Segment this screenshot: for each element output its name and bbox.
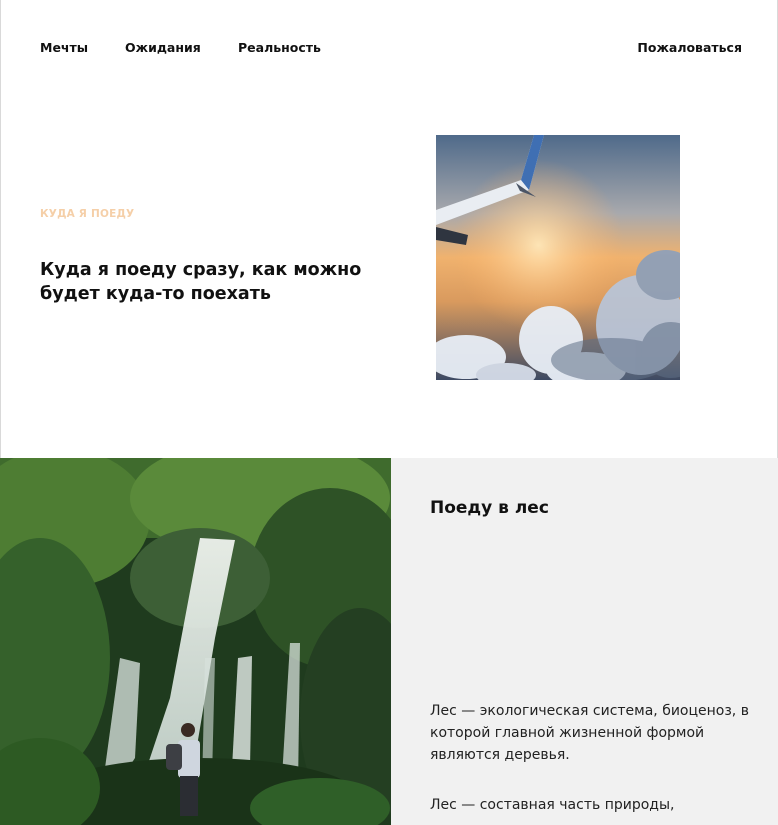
forest-panel: Поеду в лес Лес — экологическая система,… [391,458,778,825]
forest-title: Поеду в лес [430,498,549,518]
nav-link-complain[interactable]: Пожаловаться [637,40,742,55]
page-border-left [0,0,1,458]
nav-link-dreams[interactable]: Мечты [40,40,88,55]
nav-link-reality[interactable]: Реальность [238,40,321,55]
nav-link-expectations[interactable]: Ожидания [125,40,201,55]
forest-paragraph: Лес — составная часть природы, [430,797,675,813]
hero-image [436,135,680,380]
hero-title: Куда я поеду сразу, как можно будет куда… [40,260,362,304]
forest-image [0,458,391,825]
top-nav: Мечты Ожидания Реальность Пожаловаться [40,40,742,56]
hero-eyebrow: КУДА Я ПОЕДУ [40,208,135,220]
forest-paragraph: Лес — экологическая система, биоценоз, в… [430,703,749,763]
